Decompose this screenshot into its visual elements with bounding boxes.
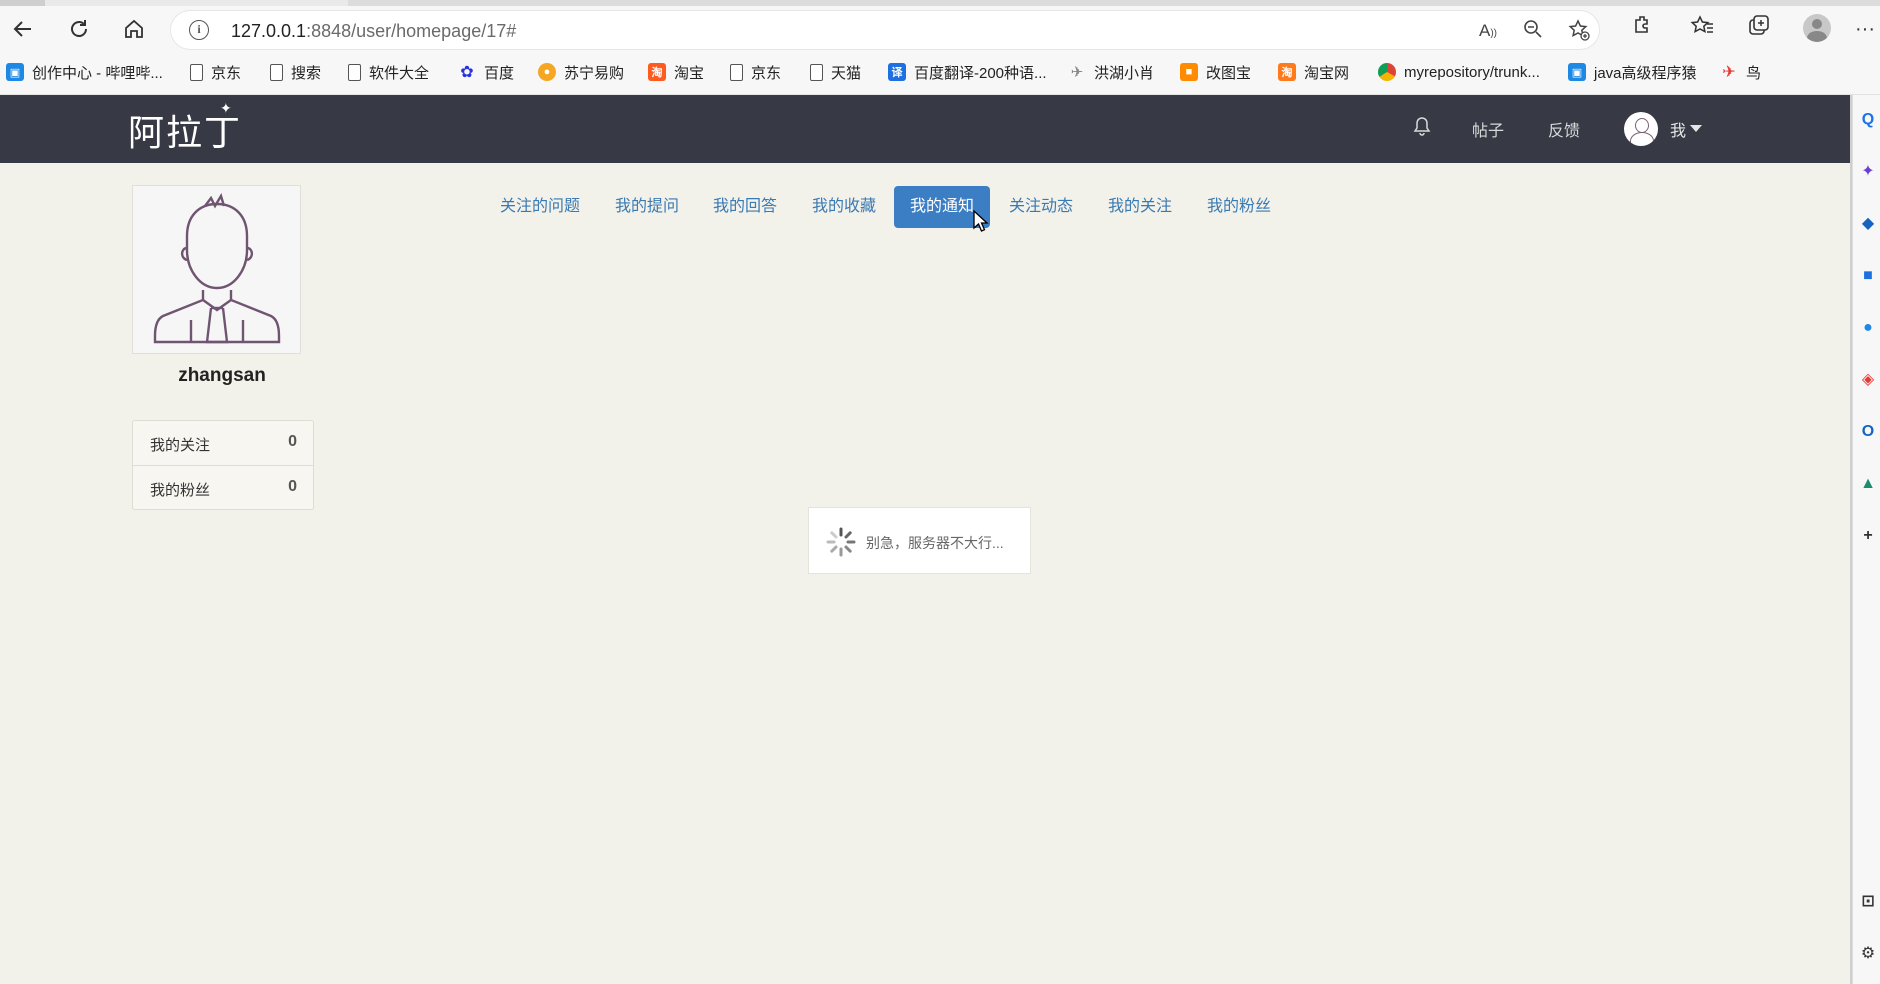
browser-sidebar: Q ✦ ◆ ■ ● ◈ O ▲ + ⊡ ⚙ <box>1852 95 1880 984</box>
address-bar[interactable]: i 127.0.0.1:8848/user/homepage/17# A)) <box>170 10 1600 50</box>
browser-tab-bar <box>348 0 1880 6</box>
spinner-icon <box>825 526 857 558</box>
collections-icon[interactable] <box>1744 14 1774 44</box>
site-info-icon[interactable]: i <box>189 20 209 40</box>
suning-icon: ● <box>538 63 556 81</box>
nav-posts-link[interactable]: 帖子 <box>1472 117 1504 141</box>
extensions-icon[interactable] <box>1628 14 1658 44</box>
profile-username: zhangsan <box>178 365 266 386</box>
page-icon <box>190 63 203 81</box>
back-icon[interactable] <box>6 12 40 46</box>
bookmarks-bar: ▣ 创作中心 - 哔哩哔... 京东 搜索 软件大全 ✿ 百度 ● 苏宁易购 淘淘宝 … <box>0 58 1880 86</box>
page-icon <box>730 63 743 81</box>
page-icon <box>810 63 823 81</box>
page-icon <box>270 63 283 81</box>
taobao-icon: 淘 <box>1278 63 1296 81</box>
people-icon[interactable]: ● <box>1859 319 1877 337</box>
gaitubao-icon: ■ <box>1180 63 1198 81</box>
bookmark-item[interactable]: 淘淘宝 <box>648 60 704 84</box>
stat-followers-row[interactable]: 我的粉丝 0 <box>133 466 313 511</box>
favorites-icon[interactable] <box>1687 14 1717 44</box>
bilibili-icon: ▣ <box>6 63 24 81</box>
bookmark-item[interactable]: 淘淘宝网 <box>1278 60 1349 84</box>
tab-following-activity[interactable]: 关注动态 <box>993 186 1089 228</box>
copilot-icon[interactable]: ✦ <box>1859 163 1877 181</box>
bilibili-icon: ▣ <box>1568 63 1586 81</box>
stat-count: 0 <box>288 478 297 495</box>
tab-strip <box>0 0 1880 6</box>
settings-icon[interactable]: ⚙ <box>1859 945 1877 963</box>
nav-feedback-link[interactable]: 反馈 <box>1548 117 1580 141</box>
tab-my-following[interactable]: 我的关注 <box>1092 186 1188 228</box>
home-icon[interactable] <box>117 12 151 46</box>
baidu-icon: ✿ <box>460 64 474 81</box>
sidebar-toggle-icon[interactable]: ⊡ <box>1859 893 1877 911</box>
url-text[interactable]: 127.0.0.1:8848/user/homepage/17# <box>231 21 516 42</box>
user-avatar[interactable] <box>1624 112 1658 146</box>
bookmark-item[interactable]: ✈ 鸟 <box>1720 60 1761 84</box>
loading-box: 别急，服务器不大行... <box>808 507 1031 574</box>
bookmark-item[interactable]: 译百度翻译-200种语... <box>888 60 1047 84</box>
reload-icon[interactable] <box>62 12 96 46</box>
profile-avatar <box>132 185 301 354</box>
outlook-icon[interactable]: O <box>1859 423 1877 441</box>
add-icon[interactable]: + <box>1859 527 1877 545</box>
bird-red-icon: ✈ <box>1722 64 1736 81</box>
stat-following-row[interactable]: 我的关注 0 <box>133 421 313 466</box>
taobao-icon: 淘 <box>648 63 666 81</box>
tab-my-favorites[interactable]: 我的收藏 <box>796 186 892 228</box>
browser-tab[interactable] <box>0 0 45 6</box>
page-icon <box>348 63 361 81</box>
read-aloud-icon[interactable]: A)) <box>1476 19 1500 43</box>
bookmark-item[interactable]: 京东 <box>730 60 781 84</box>
loading-text: 别急，服务器不大行... <box>866 535 1004 551</box>
user-menu-label[interactable]: 我 <box>1670 117 1686 141</box>
tab-followed-questions[interactable]: 关注的问题 <box>484 186 596 228</box>
bookmark-item[interactable]: ▣ java高级程序猿 <box>1568 60 1697 84</box>
profile-stats: 我的关注 0 我的粉丝 0 <box>132 420 314 510</box>
bookmark-item[interactable]: myrepository/trunk... <box>1378 60 1540 84</box>
browser-profile-icon[interactable] <box>1803 14 1831 42</box>
drop-icon[interactable]: ▲ <box>1859 475 1877 493</box>
diamond-icon[interactable]: ◆ <box>1859 215 1877 233</box>
bookmark-item[interactable]: 软件大全 <box>348 60 429 84</box>
more-icon[interactable]: ··· <box>1850 14 1880 44</box>
add-favorite-icon[interactable] <box>1567 19 1591 43</box>
stat-label: 我的粉丝 <box>150 482 211 499</box>
tools-icon[interactable]: ■ <box>1859 267 1877 285</box>
logo-star-icon: ✦ <box>220 100 232 116</box>
search-icon[interactable]: Q <box>1859 111 1877 129</box>
bookmark-item[interactable]: ■ 改图宝 <box>1180 60 1251 84</box>
translate-icon: 译 <box>888 63 906 81</box>
bookmark-item[interactable]: 天猫 <box>810 60 861 84</box>
stat-label: 我的关注 <box>150 437 211 454</box>
bookmark-item[interactable]: ● 苏宁易购 <box>538 60 624 84</box>
bookmark-item[interactable]: 搜索 <box>270 60 321 84</box>
tab-my-followers[interactable]: 我的粉丝 <box>1191 186 1287 228</box>
bookmark-item[interactable]: ✈ 洪湖小肖 <box>1068 60 1154 84</box>
tab-my-answers[interactable]: 我的回答 <box>697 186 793 228</box>
bird-icon: ✈ <box>1070 64 1084 81</box>
bell-icon[interactable] <box>1410 116 1434 140</box>
bookmark-item[interactable]: ✿ 百度 <box>458 60 514 84</box>
bookmark-item[interactable]: ▣ 创作中心 - 哔哩哔... <box>6 60 163 84</box>
office-icon[interactable]: ◈ <box>1859 371 1877 389</box>
caret-down-icon[interactable] <box>1690 125 1702 132</box>
bookmark-item[interactable]: 京东 <box>190 60 241 84</box>
chrome-icon <box>1378 63 1396 81</box>
stat-count: 0 <box>288 433 297 450</box>
tab-my-questions[interactable]: 我的提问 <box>599 186 695 228</box>
zoom-out-icon[interactable] <box>1521 19 1545 43</box>
